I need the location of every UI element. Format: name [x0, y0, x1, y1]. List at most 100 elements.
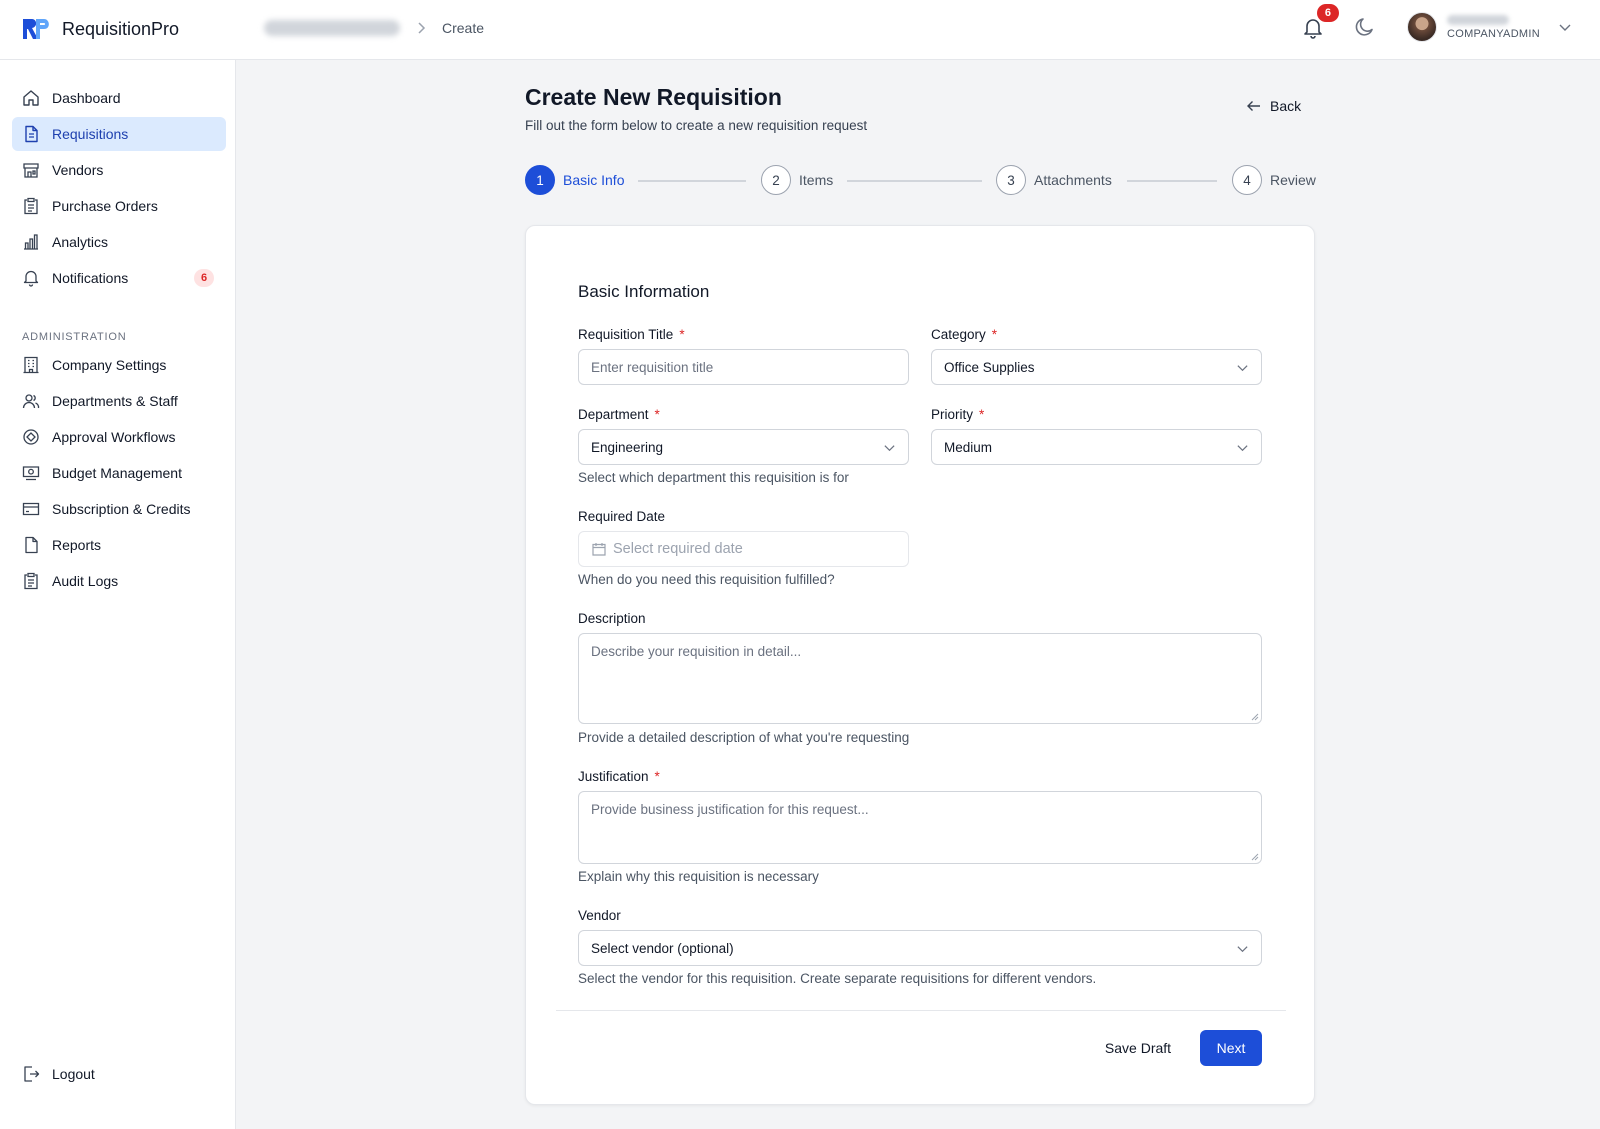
sidebar-item-notifications[interactable]: Notifications 6 — [12, 261, 226, 295]
audit-icon — [24, 572, 38, 590]
next-button[interactable]: Next — [1200, 1030, 1262, 1066]
sidebar-item-label: Purchase Orders — [52, 198, 158, 214]
home-icon — [23, 90, 39, 106]
sidebar-item-vendors[interactable]: Vendors — [12, 153, 226, 187]
user-menu[interactable]: COMPANYADMIN — [1406, 12, 1572, 42]
clipboard-icon — [24, 197, 38, 215]
bell-icon — [23, 270, 39, 287]
back-button[interactable]: Back — [1246, 98, 1301, 114]
sidebar-item-audit-logs[interactable]: Audit Logs — [12, 564, 226, 598]
credit-card-icon — [22, 502, 40, 516]
department-select[interactable]: Engineering — [578, 429, 909, 465]
page-subtitle: Fill out the form below to create a new … — [525, 118, 868, 133]
sidebar-item-label: Audit Logs — [52, 573, 119, 589]
sidebar-item-analytics[interactable]: Analytics — [12, 225, 226, 259]
vendor-label: Vendor — [578, 908, 621, 923]
moon-icon[interactable] — [1353, 15, 1377, 39]
required-date-label: Required Date — [578, 509, 666, 524]
users-icon — [22, 394, 40, 409]
resize-grip-icon[interactable] — [1251, 713, 1259, 721]
step-label: Items — [799, 172, 834, 188]
step-attachments[interactable]: 3 Attachments — [996, 165, 1112, 195]
brand[interactable]: RequisitionPro — [22, 16, 179, 42]
notifications-count-badge: 6 — [194, 269, 214, 287]
user-name-redacted — [1446, 14, 1509, 25]
requisition-title-input[interactable]: Enter requisition title — [578, 349, 909, 385]
user-role: COMPANYADMIN — [1446, 27, 1540, 40]
vendor-help: Select the vendor for this requisition. … — [578, 971, 1097, 986]
top-bar: RequisitionPro Create 6 COMPANYADMIN — [0, 0, 1600, 60]
justification-textarea[interactable]: Provide business justification for this … — [578, 791, 1262, 864]
breadcrumb: Create — [264, 20, 484, 36]
justification-label: Justification * — [578, 769, 660, 784]
logout-button[interactable]: Logout — [12, 1057, 226, 1091]
sidebar-item-label: Budget Management — [52, 465, 182, 481]
step-number: 2 — [761, 165, 791, 195]
priority-select[interactable]: Medium — [931, 429, 1262, 465]
app-name: RequisitionPro — [62, 18, 180, 39]
step-connector — [638, 180, 746, 182]
step-number: 1 — [525, 165, 555, 195]
sidebar-item-approval-workflows[interactable]: Approval Workflows — [12, 420, 226, 454]
vendor-select[interactable]: Select vendor (optional) — [578, 930, 1262, 966]
notifications-button[interactable]: 6 — [1301, 4, 1339, 41]
department-label: Department * — [578, 407, 660, 422]
document-icon — [25, 125, 38, 143]
requisitionpro-logo-icon — [23, 19, 49, 39]
step-number: 3 — [996, 165, 1026, 195]
step-label: Basic Info — [563, 172, 625, 188]
page-title: Create New Requisition — [525, 84, 782, 110]
budget-icon — [22, 466, 40, 481]
step-basic-info[interactable]: 1 Basic Info — [525, 165, 624, 195]
header-actions: 6 COMPANYADMIN — [1301, 4, 1572, 42]
sidebar-item-company-settings[interactable]: Company Settings — [12, 348, 226, 382]
required-date-help: When do you need this requisition fulfil… — [578, 572, 835, 587]
department-value: Engineering — [591, 439, 664, 455]
justification-help: Explain why this requisition is necessar… — [578, 869, 819, 884]
divider — [556, 1010, 1286, 1011]
step-review[interactable]: 4 Review — [1232, 165, 1316, 195]
calendar-icon — [592, 543, 606, 556]
description-textarea[interactable]: Describe your requisition in detail... — [578, 633, 1262, 724]
resize-grip-icon[interactable] — [1251, 853, 1259, 861]
required-date-picker[interactable]: Select required date — [578, 531, 909, 567]
avatar — [1406, 12, 1437, 42]
sidebar-item-requisitions[interactable]: Requisitions — [12, 117, 226, 151]
arrow-left-icon — [1247, 101, 1260, 111]
sidebar-item-reports[interactable]: Reports — [12, 528, 226, 562]
sidebar-item-label: Requisitions — [52, 126, 129, 142]
step-items[interactable]: 2 Items — [761, 165, 833, 195]
section-title: Basic Information — [578, 282, 710, 301]
category-select[interactable]: Office Supplies — [931, 349, 1262, 385]
vendor-value: Select vendor (optional) — [591, 940, 734, 956]
chevron-down-icon — [884, 445, 895, 452]
description-label: Description — [578, 611, 646, 626]
sidebar-item-label: Logout — [52, 1066, 95, 1082]
sidebar-section-title: ADMINISTRATION — [22, 331, 127, 343]
breadcrumb-company-redacted[interactable] — [264, 20, 400, 36]
sidebar-item-purchase-orders[interactable]: Purchase Orders — [12, 189, 226, 223]
chevron-down-icon — [1559, 24, 1571, 31]
sidebar-item-departments-staff[interactable]: Departments & Staff — [12, 384, 226, 418]
bar-chart-icon — [24, 234, 38, 250]
sidebar: Dashboard Requisitions Vendors Purchase … — [0, 60, 236, 1129]
category-label: Category * — [931, 327, 998, 342]
description-help: Provide a detailed description of what y… — [578, 730, 910, 745]
sidebar-item-budget-management[interactable]: Budget Management — [12, 456, 226, 490]
step-connector — [847, 180, 982, 182]
step-label: Attachments — [1034, 172, 1112, 188]
store-icon — [23, 163, 39, 178]
sidebar-item-subscription-credits[interactable]: Subscription & Credits — [12, 492, 226, 526]
save-draft-button[interactable]: Save Draft — [1092, 1030, 1184, 1066]
sidebar-item-label: Notifications — [52, 270, 129, 286]
building-icon — [23, 356, 39, 374]
logout-icon — [24, 1066, 40, 1082]
step-label: Review — [1270, 172, 1316, 188]
chevron-down-icon — [1237, 445, 1248, 452]
sidebar-item-label: Analytics — [52, 234, 109, 250]
sidebar-item-dashboard[interactable]: Dashboard — [12, 81, 226, 115]
breadcrumb-current: Create — [442, 20, 485, 36]
sidebar-item-label: Dashboard — [52, 90, 121, 106]
sidebar-item-label: Approval Workflows — [52, 429, 176, 445]
chevron-right-icon — [418, 22, 426, 34]
